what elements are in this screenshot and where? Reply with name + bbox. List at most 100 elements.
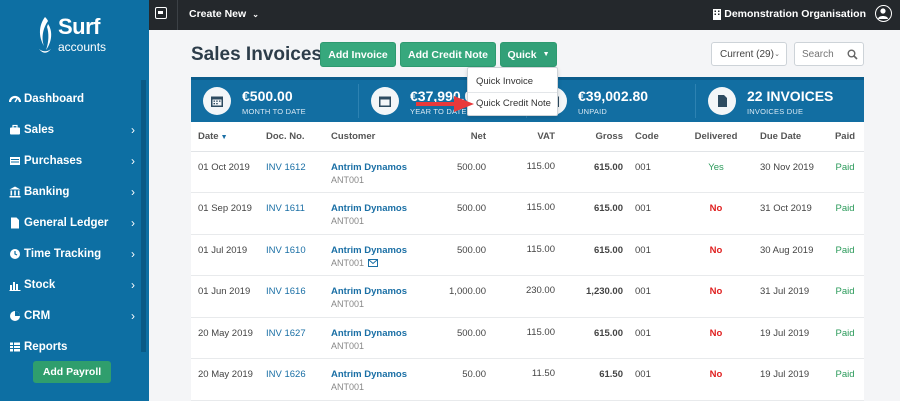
table-row[interactable]: 20 May 2019 INV 1626 Antrim Dynamos ANT001 5… bbox=[191, 358, 864, 401]
customer-link[interactable]: Antrim Dynamos bbox=[331, 369, 419, 380]
sidebar-scrollbar[interactable] bbox=[141, 80, 146, 352]
search-input[interactable] bbox=[795, 43, 845, 65]
customer-link[interactable]: Antrim Dynamos bbox=[331, 162, 419, 173]
table-row[interactable]: 01 Jul 2019 INV 1610 Antrim Dynamos ANT001 5… bbox=[191, 234, 864, 277]
cell-due-date: 30 Aug 2019 bbox=[755, 234, 826, 277]
add-payroll-button[interactable]: Add Payroll bbox=[33, 361, 111, 383]
customer-link[interactable]: Antrim Dynamos bbox=[331, 245, 419, 256]
caret-down-icon: ▼ bbox=[542, 51, 550, 58]
chevron-right-icon: › bbox=[131, 154, 135, 168]
column-header-paid[interactable]: Paid bbox=[826, 122, 864, 152]
cell-due-date: 19 Jul 2019 bbox=[755, 317, 826, 360]
sidebar-toggle-icon[interactable] bbox=[155, 7, 167, 19]
customer-link[interactable]: Antrim Dynamos bbox=[331, 203, 419, 214]
column-header-doc-no[interactable]: Doc. No. bbox=[259, 122, 324, 152]
table-row[interactable]: 01 Oct 2019 INV 1612 Antrim Dynamos ANT001 5… bbox=[191, 151, 864, 194]
column-header-net[interactable]: Net bbox=[419, 122, 490, 152]
cell-delivered[interactable]: No bbox=[677, 358, 755, 401]
quick-credit-note-menu-item[interactable]: Quick Credit Note bbox=[476, 98, 551, 109]
cell-customer: Antrim Dynamos ANT001 bbox=[324, 151, 419, 194]
column-header-due-date[interactable]: Due Date bbox=[755, 122, 826, 152]
quick-dropdown-button[interactable]: Quick ▼ bbox=[500, 42, 557, 67]
email-icon[interactable] bbox=[368, 258, 379, 267]
column-header-delivered[interactable]: Delivered bbox=[677, 122, 755, 152]
chevron-right-icon: › bbox=[131, 247, 135, 261]
organisation-switcher[interactable]: Demonstration Organisation bbox=[712, 8, 866, 20]
cell-doc-no-link[interactable]: INV 1616 bbox=[259, 275, 324, 318]
sidebar-item-time-tracking[interactable]: Time Tracking › bbox=[0, 238, 141, 269]
search-icon[interactable] bbox=[847, 49, 858, 60]
cell-doc-no-link[interactable]: INV 1611 bbox=[259, 192, 324, 235]
column-header-gross[interactable]: Gross bbox=[560, 122, 629, 152]
sidebar-item-label: Time Tracking bbox=[24, 247, 102, 260]
cell-date: 01 Sep 2019 bbox=[191, 192, 259, 235]
create-new-label: Create New bbox=[189, 8, 247, 20]
invoice-filter-select[interactable]: Current (29) ⌄ bbox=[711, 42, 787, 66]
sidebar-item-banking[interactable]: Banking › bbox=[0, 176, 141, 207]
cell-gross: 615.00 bbox=[560, 317, 629, 360]
cell-delivered[interactable]: No bbox=[677, 234, 755, 277]
cell-delivered[interactable]: No bbox=[677, 275, 755, 318]
customer-link[interactable]: Antrim Dynamos bbox=[331, 286, 419, 297]
cell-gross: 615.00 bbox=[560, 234, 629, 277]
cell-delivered[interactable]: No bbox=[677, 192, 755, 235]
table-row[interactable]: 01 Jun 2019 INV 1616 Antrim Dynamos ANT001 1… bbox=[191, 275, 864, 318]
bank-icon bbox=[8, 185, 21, 198]
stat-month-to-date: €500.00 MONTH TO DATE bbox=[191, 80, 358, 122]
invoices-table: Date ▼ Doc. No. Customer Net VAT Gross Co… bbox=[191, 122, 864, 401]
filter-value: Current (29) bbox=[720, 48, 774, 60]
cell-doc-no-link[interactable]: INV 1626 bbox=[259, 358, 324, 401]
cell-net: 500.00 bbox=[419, 151, 490, 194]
sort-desc-icon: ▼ bbox=[220, 133, 228, 141]
briefcase-icon bbox=[8, 123, 21, 136]
stat-label: MONTH TO DATE bbox=[242, 107, 306, 116]
cell-code: 001 bbox=[629, 317, 677, 360]
cell-delivered[interactable]: No bbox=[677, 317, 755, 360]
column-header-code[interactable]: Code bbox=[629, 122, 677, 152]
search-box bbox=[794, 42, 864, 66]
customer-link[interactable]: Antrim Dynamos bbox=[331, 328, 419, 339]
brand-subname: accounts bbox=[58, 40, 107, 54]
cell-paid-status: Paid bbox=[826, 275, 864, 318]
table-row[interactable]: 01 Sep 2019 INV 1611 Antrim Dynamos ANT001 5… bbox=[191, 192, 864, 235]
sidebar-item-sales[interactable]: Sales › bbox=[0, 114, 141, 145]
cell-doc-no-link[interactable]: INV 1610 bbox=[259, 234, 324, 277]
column-header-vat[interactable]: VAT bbox=[490, 122, 560, 152]
logo[interactable]: Surf accounts bbox=[36, 14, 126, 60]
dashboard-icon bbox=[8, 92, 21, 105]
sidebar-item-crm[interactable]: CRM › bbox=[0, 300, 141, 331]
cell-due-date: 31 Jul 2019 bbox=[755, 275, 826, 318]
column-header-date[interactable]: Date ▼ bbox=[191, 122, 259, 152]
cell-date: 01 Jul 2019 bbox=[191, 234, 259, 277]
column-header-customer[interactable]: Customer bbox=[324, 122, 419, 152]
add-invoice-button[interactable]: Add Invoice bbox=[320, 42, 396, 67]
topbar-divider bbox=[177, 0, 178, 30]
customer-code: ANT001 bbox=[331, 216, 365, 227]
sidebar-nav: Dashboard Sales › Purchases › Banking › … bbox=[0, 83, 141, 362]
sidebar-item-reports[interactable]: Reports bbox=[0, 331, 141, 362]
add-credit-note-button[interactable]: Add Credit Note bbox=[400, 42, 496, 67]
red-arrow-annotation-icon bbox=[416, 96, 474, 112]
cell-paid-status: Paid bbox=[826, 358, 864, 401]
table-row[interactable]: 20 May 2019 INV 1627 Antrim Dynamos ANT001 5… bbox=[191, 317, 864, 360]
cell-doc-no-link[interactable]: INV 1612 bbox=[259, 151, 324, 194]
pie-chart-icon bbox=[8, 309, 21, 322]
user-avatar-icon[interactable] bbox=[875, 5, 892, 22]
cell-paid-status: Paid bbox=[826, 317, 864, 360]
cell-doc-no-link[interactable]: INV 1627 bbox=[259, 317, 324, 360]
chevron-right-icon: › bbox=[131, 185, 135, 199]
sidebar-item-label: Purchases bbox=[24, 154, 83, 167]
sidebar-item-stock[interactable]: Stock › bbox=[0, 269, 141, 300]
list-icon bbox=[8, 154, 21, 167]
sidebar-item-purchases[interactable]: Purchases › bbox=[0, 145, 141, 176]
quick-invoice-menu-item[interactable]: Quick Invoice bbox=[476, 76, 533, 87]
cell-code: 001 bbox=[629, 234, 677, 277]
customer-code: ANT001 bbox=[331, 299, 365, 310]
cell-delivered[interactable]: Yes bbox=[677, 151, 755, 194]
stat-value: €500.00 bbox=[242, 88, 293, 104]
sidebar-item-dashboard[interactable]: Dashboard bbox=[0, 83, 141, 114]
page-title: Sales Invoices bbox=[191, 44, 322, 65]
surf-logo-icon bbox=[39, 17, 52, 53]
create-new-menu[interactable]: Create New ⌄ bbox=[189, 8, 259, 20]
sidebar-item-general-ledger[interactable]: General Ledger › bbox=[0, 207, 141, 238]
